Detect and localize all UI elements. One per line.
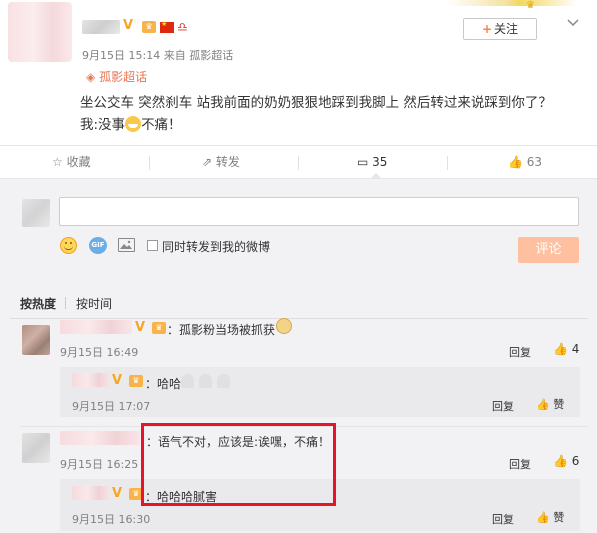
sub-reply-button[interactable]: 回复 [492, 398, 514, 414]
sort-bar-divider [10, 318, 588, 319]
repost-checkbox[interactable] [147, 240, 158, 251]
comment-input[interactable] [59, 197, 579, 226]
sub-comment-author[interactable] [72, 373, 110, 387]
sub-like-label: 赞 [553, 398, 565, 411]
submit-comment-button[interactable]: 评论 [518, 237, 579, 263]
ghost-emoji-icon [181, 374, 194, 388]
repost-checkbox-label: 同时转发到我的微博 [162, 240, 271, 254]
member-crown-icon: ♛ [129, 375, 143, 387]
repost-button[interactable]: ⇗ 转发 [202, 146, 240, 178]
image-icon[interactable] [118, 238, 135, 252]
favorite-button[interactable]: ☆ 收藏 [52, 146, 91, 178]
ghost-emoji-icon [199, 374, 212, 388]
comment-count: 35 [372, 155, 388, 169]
my-avatar [22, 199, 50, 227]
thumbs-up-icon: 👍 [536, 398, 550, 411]
comment-time: 9月15日 16:25 [60, 458, 139, 471]
topic-link[interactable]: ◈ 孤影超话 [86, 68, 147, 85]
sub-like-label: 赞 [553, 511, 565, 524]
sub-comment-time: 9月15日 17:07 [72, 400, 151, 413]
comment-avatar[interactable] [22, 433, 50, 463]
thumbs-up-icon: 👍 [508, 155, 523, 169]
china-flag-icon [160, 20, 174, 33]
comment-author[interactable] [60, 431, 140, 445]
comment-time: 9月15日 16:49 [60, 346, 139, 359]
post-text-suffix: 不痛！ [141, 117, 182, 133]
header-decoration [448, 0, 578, 6]
repost-icon: ⇗ [202, 155, 213, 169]
emoji-icon[interactable] [60, 237, 77, 254]
source-prefix: 来自 [163, 49, 186, 62]
post-text-line2: 我:没事 不痛！ [80, 114, 182, 136]
comment-avatar[interactable] [22, 325, 50, 355]
sub-reply-button[interactable]: 回复 [492, 511, 514, 527]
post-text-line1: 坐公交车 突然刹车 站我前面的奶奶狠狠地踩到我脚上 然后转过来说踩到你了？ [80, 95, 552, 111]
comment-like-count: 6 [571, 454, 580, 468]
like-count: 63 [526, 155, 543, 169]
post-text-prefix: 我:没事 [80, 117, 126, 133]
thumbs-up-icon: 👍 [553, 454, 568, 468]
gif-label: GIF [91, 241, 105, 249]
comment-like-button[interactable]: 👍 6 [553, 454, 579, 468]
verified-icon: V [112, 486, 123, 501]
sort-divider [65, 297, 66, 309]
doge-emoji-icon [276, 318, 292, 334]
chevron-down-icon[interactable] [566, 16, 580, 30]
verified-icon: V [123, 18, 134, 33]
author-name[interactable] [82, 20, 120, 34]
gif-icon[interactable]: GIF [89, 237, 107, 254]
follow-button[interactable]: + 关注 [463, 18, 537, 40]
sub-comment-time: 9月15日 16:30 [72, 513, 151, 526]
sub-comment-author[interactable] [72, 486, 110, 500]
follow-label: 关注 [494, 22, 519, 36]
repost-label: 转发 [215, 155, 240, 169]
sort-by-hot[interactable]: 按热度 [20, 295, 56, 312]
ghost-emoji-icon [217, 374, 230, 388]
comment-like-button[interactable]: 👍 4 [553, 342, 579, 356]
post-time[interactable]: 9月15日 15:14 [82, 49, 160, 62]
like-button[interactable]: 👍 63 [508, 146, 542, 178]
comment-like-count: 4 [571, 342, 580, 356]
verified-icon: V [112, 373, 123, 388]
post-action-bar: ☆ 收藏 ⇗ 转发 ▭ 35 👍 63 [0, 145, 597, 180]
author-avatar[interactable] [8, 2, 72, 62]
sort-by-time[interactable]: 按时间 [76, 295, 112, 312]
source-link[interactable]: 孤影超话 [189, 49, 233, 62]
favorite-label: 收藏 [66, 155, 91, 169]
topic-label: 孤影超话 [99, 70, 148, 84]
red-badge-icon: ♎ [177, 20, 188, 34]
diamond-icon: ◈ [86, 70, 96, 84]
reply-button[interactable]: 回复 [509, 456, 531, 472]
thumbs-up-icon: 👍 [536, 511, 550, 524]
crown-icon: ♛ [526, 0, 535, 11]
comment-author[interactable] [60, 320, 132, 334]
member-crown-icon: ♛ [142, 21, 156, 33]
member-crown-icon: ♛ [152, 322, 166, 334]
plus-icon: + [481, 22, 493, 36]
highlight-box [141, 423, 336, 506]
thumbs-up-icon: 👍 [553, 342, 568, 356]
reply-button[interactable]: 回复 [509, 344, 531, 360]
sub-like-button[interactable]: 👍 赞 [536, 396, 564, 412]
star-icon: ☆ [52, 155, 63, 169]
grin-emoji-icon [125, 116, 142, 132]
sub-like-button[interactable]: 👍 赞 [536, 509, 564, 525]
sub-comment-text: ：哈哈 [145, 377, 182, 391]
comment-icon: ▭ [357, 155, 369, 169]
comment-text: ：孤影粉当场被抓获 [167, 323, 276, 337]
verified-icon: V [135, 320, 146, 335]
